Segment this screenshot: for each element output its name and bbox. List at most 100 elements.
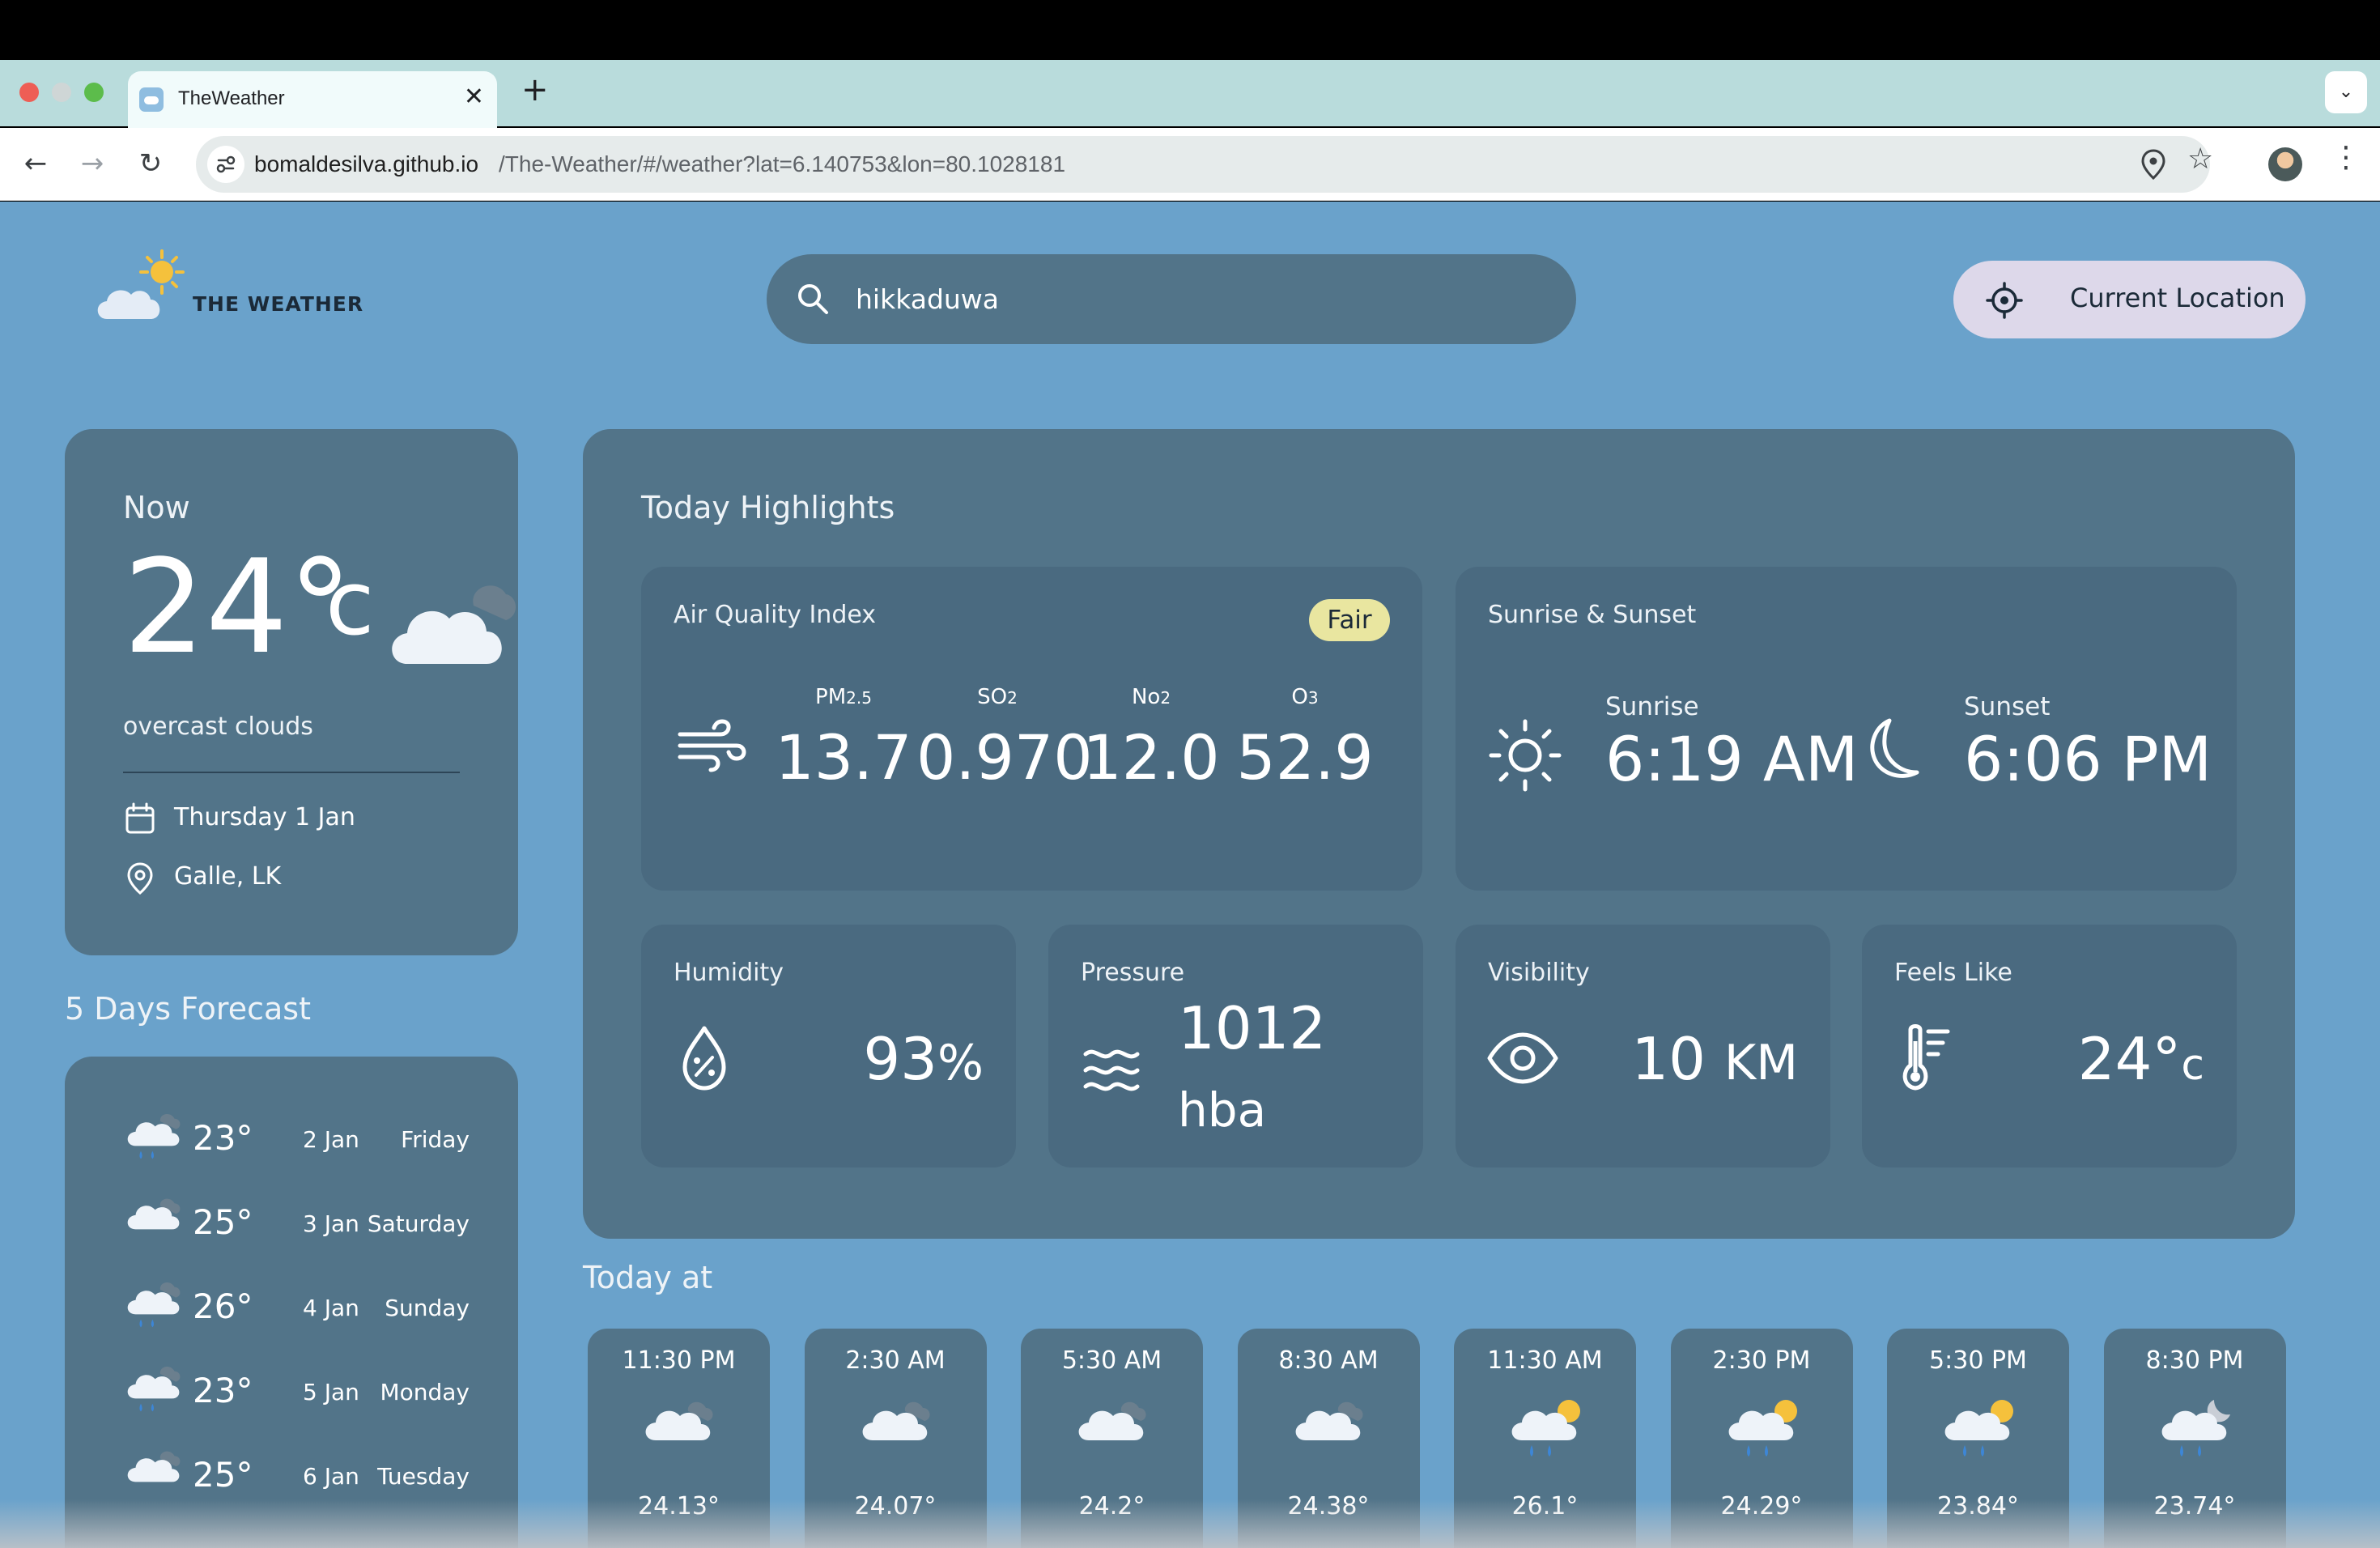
reload-button[interactable]: ↻ bbox=[133, 146, 168, 181]
aqi-label: SO2 bbox=[977, 685, 1018, 709]
hour-time: 2:30 AM bbox=[845, 1346, 946, 1375]
tab-title: TheWeather bbox=[178, 87, 285, 109]
cloud-icon bbox=[121, 1189, 186, 1249]
hourly-card: 8:30 AM 24.38° bbox=[1237, 1329, 1420, 1548]
search-bar[interactable] bbox=[767, 254, 1576, 344]
current-temperature: 24° bbox=[123, 531, 353, 683]
pressure-value: 1012 bbox=[1178, 994, 1327, 1062]
minimize-window-button[interactable] bbox=[52, 83, 71, 102]
hour-temp: 23.74° bbox=[2153, 1492, 2236, 1520]
sunset-time: 6:06 PM bbox=[1964, 723, 2212, 795]
hour-temp: 23.84° bbox=[1937, 1492, 2019, 1520]
hour-temp: 24.29° bbox=[1720, 1492, 1803, 1520]
hour-time: 2:30 PM bbox=[1712, 1346, 1811, 1375]
hourly-card: 8:30 PM 23.74° bbox=[2103, 1329, 2286, 1548]
new-tab-button[interactable]: + bbox=[521, 71, 549, 108]
tab-search-button[interactable]: ⌄ bbox=[2325, 71, 2367, 113]
crosshair-icon bbox=[1986, 282, 2023, 319]
forecast-temp: 23° bbox=[193, 1118, 253, 1158]
visibility-card: Visibility 10 KM bbox=[1456, 925, 1830, 1167]
overcast-clouds-icon bbox=[392, 585, 516, 664]
sun-title: Sunrise & Sunset bbox=[1488, 601, 1697, 629]
forecast-temp: 23° bbox=[193, 1371, 253, 1410]
humidity-value: 93% bbox=[863, 1025, 984, 1093]
aqi-value: 0.970 bbox=[916, 721, 1093, 793]
back-button[interactable]: ← bbox=[18, 146, 53, 181]
rain-cloud-icon bbox=[121, 1358, 186, 1426]
highlights-title: Today Highlights bbox=[641, 490, 895, 525]
aqi-item: SO2 0.970 bbox=[916, 685, 1093, 793]
forward-button[interactable]: → bbox=[74, 146, 110, 181]
aqi-value: 13.7 bbox=[775, 721, 912, 793]
favicon-icon bbox=[139, 87, 164, 112]
forecast-date: 5 Jan bbox=[303, 1379, 359, 1406]
url-host: bomaldesilva.github.io bbox=[254, 151, 479, 176]
hour-temp: 24.07° bbox=[854, 1492, 937, 1520]
feels-like-title: Feels Like bbox=[1894, 959, 2012, 987]
location-permission-icon[interactable] bbox=[2139, 147, 2168, 185]
forecast-row: 25° 6 Jan Tuesday bbox=[121, 1442, 470, 1507]
logo: THE WEATHER bbox=[91, 246, 366, 327]
sunset-label: Sunset bbox=[1964, 692, 2051, 721]
hour-temp: 24.13° bbox=[638, 1492, 720, 1520]
pressure-title: Pressure bbox=[1081, 959, 1185, 987]
aqi-label: No2 bbox=[1131, 685, 1171, 709]
visibility-title: Visibility bbox=[1488, 959, 1590, 987]
pressure-waves-icon bbox=[1083, 1049, 1140, 1091]
close-window-button[interactable] bbox=[19, 83, 39, 102]
current-location-label: Current Location bbox=[2070, 283, 2285, 313]
maximize-window-button[interactable] bbox=[84, 83, 104, 102]
sun-rain-cloud-icon bbox=[1721, 1393, 1802, 1469]
current-weather-card: Now 24° c overcast clouds Thursday 1 Jan… bbox=[65, 429, 518, 955]
hourly-card: 11:30 PM 24.13° bbox=[588, 1329, 770, 1548]
url-path: /The-Weather/#/weather?lat=6.140753&lon=… bbox=[499, 151, 1066, 176]
rain-cloud-icon bbox=[121, 1105, 186, 1173]
search-icon[interactable] bbox=[796, 282, 830, 316]
bookmark-star-icon[interactable]: ☆ bbox=[2187, 142, 2213, 176]
temperature-unit: c bbox=[325, 551, 375, 655]
aqi-value: 52.9 bbox=[1236, 721, 1374, 793]
rain-cloud-icon bbox=[121, 1274, 186, 1342]
weather-page: THE WEATHER Current Location Now 24° c o… bbox=[0, 202, 2380, 1548]
aqi-label: PM2.5 bbox=[815, 685, 872, 709]
feels-like-card: Feels Like 24°c bbox=[1862, 925, 2237, 1167]
humidity-title: Humidity bbox=[674, 959, 784, 987]
search-input[interactable] bbox=[856, 254, 1536, 344]
wind-icon bbox=[678, 719, 746, 772]
forecast-day: Monday bbox=[380, 1379, 470, 1406]
night-cloud-icon bbox=[1071, 1393, 1152, 1461]
calendar-icon bbox=[125, 802, 155, 834]
forecast-card: 23° 2 Jan Friday 25° 3 Jan Saturday 26° 4 Jan Su… bbox=[65, 1057, 518, 1548]
night-rain-cloud-icon bbox=[2154, 1393, 2235, 1469]
feels-like-value: 24°c bbox=[2077, 1025, 2204, 1093]
divider bbox=[123, 772, 460, 773]
aqi-title: Air Quality Index bbox=[674, 601, 877, 629]
forecast-row: 26° 4 Jan Sunday bbox=[121, 1274, 470, 1338]
browser-menu-icon[interactable]: ⋮ bbox=[2331, 141, 2361, 174]
moon-icon bbox=[1870, 718, 1919, 778]
current-location: Galle, LK bbox=[174, 862, 282, 891]
sun-rain-cloud-icon bbox=[1937, 1393, 2018, 1469]
sunrise-label: Sunrise bbox=[1605, 692, 1699, 721]
forecast-row: 23° 5 Jan Monday bbox=[121, 1358, 470, 1423]
browser-tab[interactable]: TheWeather ✕ bbox=[128, 71, 497, 128]
visibility-value: 10 KM bbox=[1631, 1025, 1798, 1093]
forecast-day: Tuesday bbox=[377, 1463, 470, 1490]
humidity-card: Humidity 93% bbox=[641, 925, 1016, 1167]
sun-rain-cloud-icon bbox=[1504, 1393, 1585, 1469]
current-date: Thursday 1 Jan bbox=[174, 803, 355, 831]
night-cloud-icon bbox=[1288, 1393, 1369, 1461]
aqi-status-badge: Fair bbox=[1309, 599, 1390, 641]
hourly-card: 2:30 AM 24.07° bbox=[804, 1329, 987, 1548]
tab-close-button[interactable]: ✕ bbox=[464, 83, 484, 111]
profile-avatar[interactable] bbox=[2268, 147, 2302, 181]
forecast-day: Saturday bbox=[367, 1210, 470, 1237]
forecast-day: Friday bbox=[401, 1126, 470, 1153]
site-info-icon[interactable] bbox=[207, 146, 244, 183]
current-location-button[interactable]: Current Location bbox=[1953, 261, 2306, 338]
address-bar[interactable]: bomaldesilva.github.io /The-Weather/#/we… bbox=[196, 136, 2213, 193]
forecast-title: 5 Days Forecast bbox=[65, 991, 311, 1027]
hourly-card: 11:30 AM 26.1° bbox=[1454, 1329, 1636, 1548]
thermometer-icon bbox=[1902, 1024, 1950, 1091]
location-pin-icon bbox=[127, 862, 153, 895]
